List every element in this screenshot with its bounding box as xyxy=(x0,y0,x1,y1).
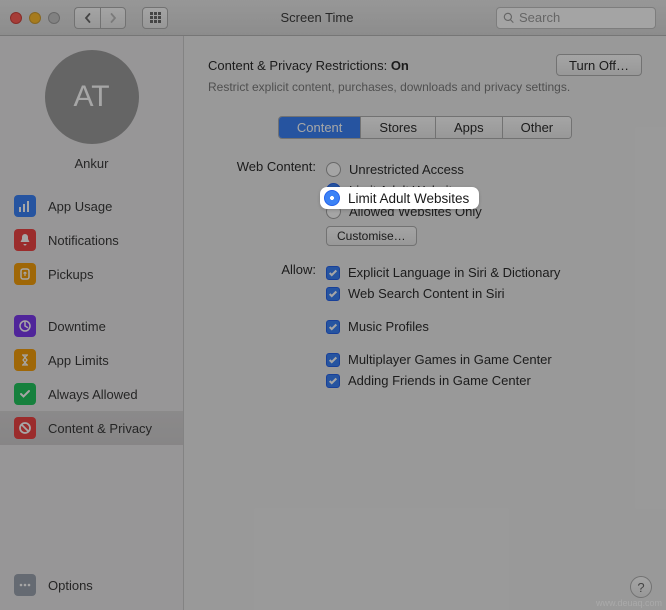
content-pane: Content & Privacy Restrictions: On Turn … xyxy=(184,36,666,610)
toolbar: Screen Time Search xyxy=(0,0,666,36)
nav-buttons xyxy=(74,7,126,29)
customise-button[interactable]: Customise… xyxy=(326,226,417,246)
page-title: Content & Privacy Restrictions: On xyxy=(208,58,409,73)
sidebar-item-app-usage[interactable]: App Usage xyxy=(0,189,183,223)
web-content-label: Web Content: xyxy=(208,159,326,246)
sidebar-item-label: Options xyxy=(48,578,93,593)
sidebar-group-usage: App Usage Notifications Pickups xyxy=(0,189,183,291)
check-circle-icon xyxy=(14,383,36,405)
checkbox-row[interactable]: Web Search Content in Siri xyxy=(326,283,642,304)
checkbox-row[interactable]: Adding Friends in Game Center xyxy=(326,370,642,391)
search-icon xyxy=(503,12,515,24)
sidebar: AT Ankur App Usage Notifications Pickups… xyxy=(0,36,184,610)
minimize-window-icon[interactable] xyxy=(29,12,41,24)
tab-other[interactable]: Other xyxy=(503,117,572,138)
avatar[interactable]: AT xyxy=(45,50,139,144)
search-input[interactable]: Search xyxy=(496,7,656,29)
sidebar-item-label: Pickups xyxy=(48,267,94,282)
checkbox-icon xyxy=(326,320,340,334)
sidebar-item-downtime[interactable]: Downtime xyxy=(0,309,183,343)
allow-label: Allow: xyxy=(208,262,326,391)
sidebar-group-limits: Downtime App Limits Always Allowed Conte… xyxy=(0,309,183,445)
sidebar-item-label: Downtime xyxy=(48,319,106,334)
pickups-icon xyxy=(14,263,36,285)
avatar-initials: AT xyxy=(73,80,109,114)
page-description: Restrict explicit content, purchases, do… xyxy=(208,80,642,94)
checkbox-icon xyxy=(326,374,340,388)
checkbox-row[interactable]: Music Profiles xyxy=(326,316,642,337)
window-controls xyxy=(10,12,60,24)
app-usage-icon xyxy=(14,195,36,217)
sidebar-item-label: Always Allowed xyxy=(48,387,138,402)
help-button[interactable]: ? xyxy=(630,576,652,598)
segmented-tabs: Content Stores Apps Other xyxy=(278,116,572,139)
restriction-state: On xyxy=(391,58,409,73)
maximize-window-icon xyxy=(48,12,60,24)
radio-label: Unrestricted Access xyxy=(349,162,464,177)
sidebar-item-pickups[interactable]: Pickups xyxy=(0,257,183,291)
checkbox-row[interactable]: Explicit Language in Siri & Dictionary xyxy=(326,262,642,283)
username: Ankur xyxy=(0,156,183,171)
turn-off-button[interactable]: Turn Off… xyxy=(556,54,642,76)
window-title: Screen Time xyxy=(146,10,488,25)
checkbox-label: Explicit Language in Siri & Dictionary xyxy=(348,265,560,280)
sidebar-item-content-privacy[interactable]: Content & Privacy xyxy=(0,411,183,445)
moon-icon xyxy=(14,315,36,337)
checkbox-label: Multiplayer Games in Game Center xyxy=(348,352,552,367)
forward-button xyxy=(100,7,126,29)
close-window-icon[interactable] xyxy=(10,12,22,24)
checkbox-icon xyxy=(326,287,340,301)
sidebar-item-always-allowed[interactable]: Always Allowed xyxy=(0,377,183,411)
checkbox-row[interactable]: Multiplayer Games in Game Center xyxy=(326,349,642,370)
sidebar-item-label: App Usage xyxy=(48,199,112,214)
block-icon xyxy=(14,417,36,439)
radio-icon xyxy=(326,162,341,177)
checkbox-label: Adding Friends in Game Center xyxy=(348,373,531,388)
checkbox-icon xyxy=(326,353,340,367)
checkbox-icon xyxy=(326,266,340,280)
radio-label: Limit Adult Websites xyxy=(348,191,469,206)
sidebar-item-label: App Limits xyxy=(48,353,109,368)
radio-icon xyxy=(324,190,340,206)
sidebar-item-app-limits[interactable]: App Limits xyxy=(0,343,183,377)
tab-content[interactable]: Content xyxy=(279,117,362,138)
back-button[interactable] xyxy=(74,7,100,29)
hourglass-icon xyxy=(14,349,36,371)
watermark: www.deuaq.com xyxy=(596,598,662,608)
highlighted-radio-limit-adult[interactable]: Limit Adult Websites xyxy=(320,187,479,209)
sidebar-item-label: Content & Privacy xyxy=(48,421,152,436)
sidebar-item-notifications[interactable]: Notifications xyxy=(0,223,183,257)
sidebar-item-label: Notifications xyxy=(48,233,119,248)
checkbox-label: Web Search Content in Siri xyxy=(348,286,505,301)
bell-icon xyxy=(14,229,36,251)
tab-apps[interactable]: Apps xyxy=(436,117,503,138)
ellipsis-icon xyxy=(14,574,36,596)
checkbox-label: Music Profiles xyxy=(348,319,429,334)
search-placeholder: Search xyxy=(519,10,560,25)
tab-stores[interactable]: Stores xyxy=(361,117,436,138)
sidebar-item-options[interactable]: Options xyxy=(0,568,183,602)
radio-unrestricted-access[interactable]: Unrestricted Access xyxy=(326,159,642,180)
